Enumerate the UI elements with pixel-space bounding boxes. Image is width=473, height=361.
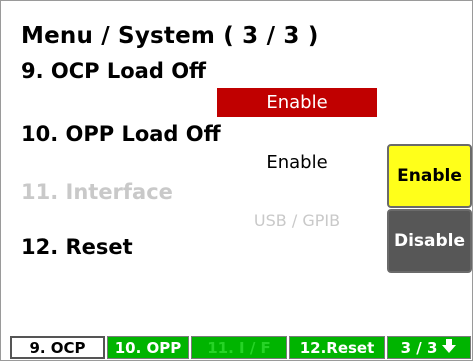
softkey-interface: 11. I / F (191, 336, 287, 359)
menu-item-opp-load-off[interactable]: 10. OPP Load Off (21, 122, 221, 146)
softkey-bar: 9. OCP 10. OPP 11. I / F 12.Reset 3 / 3 (0, 336, 473, 361)
system-menu-screen: Menu / System ( 3 / 3 ) 9. OCP Load Off … (0, 0, 473, 361)
softkey-page[interactable]: 3 / 3 (387, 336, 471, 359)
softkey-label: 3 / 3 (400, 338, 438, 357)
softkey-label: 11. I / F (207, 338, 271, 357)
softkey-opp[interactable]: 10. OPP (107, 336, 189, 359)
arrow-down-icon (441, 338, 457, 358)
ocp-load-off-value[interactable]: Enable (217, 88, 377, 117)
menu-item-reset[interactable]: 12. Reset (21, 235, 133, 259)
softkey-ocp[interactable]: 9. OCP (10, 336, 105, 359)
enable-button[interactable]: Enable (387, 144, 472, 208)
menu-item-ocp-load-off[interactable]: 9. OCP Load Off (21, 59, 206, 83)
page-title: Menu / System ( 3 / 3 ) (21, 23, 319, 49)
softkey-reset[interactable]: 12.Reset (289, 336, 385, 359)
menu-item-interface: 11. Interface (21, 180, 173, 204)
opp-load-off-value[interactable]: Enable (217, 151, 377, 175)
softkey-label: 9. OCP (29, 338, 86, 357)
softkey-label: 12.Reset (299, 338, 375, 357)
interface-value: USB / GPIB (253, 211, 341, 230)
disable-button[interactable]: Disable (387, 209, 472, 273)
softkey-label: 10. OPP (114, 338, 182, 357)
